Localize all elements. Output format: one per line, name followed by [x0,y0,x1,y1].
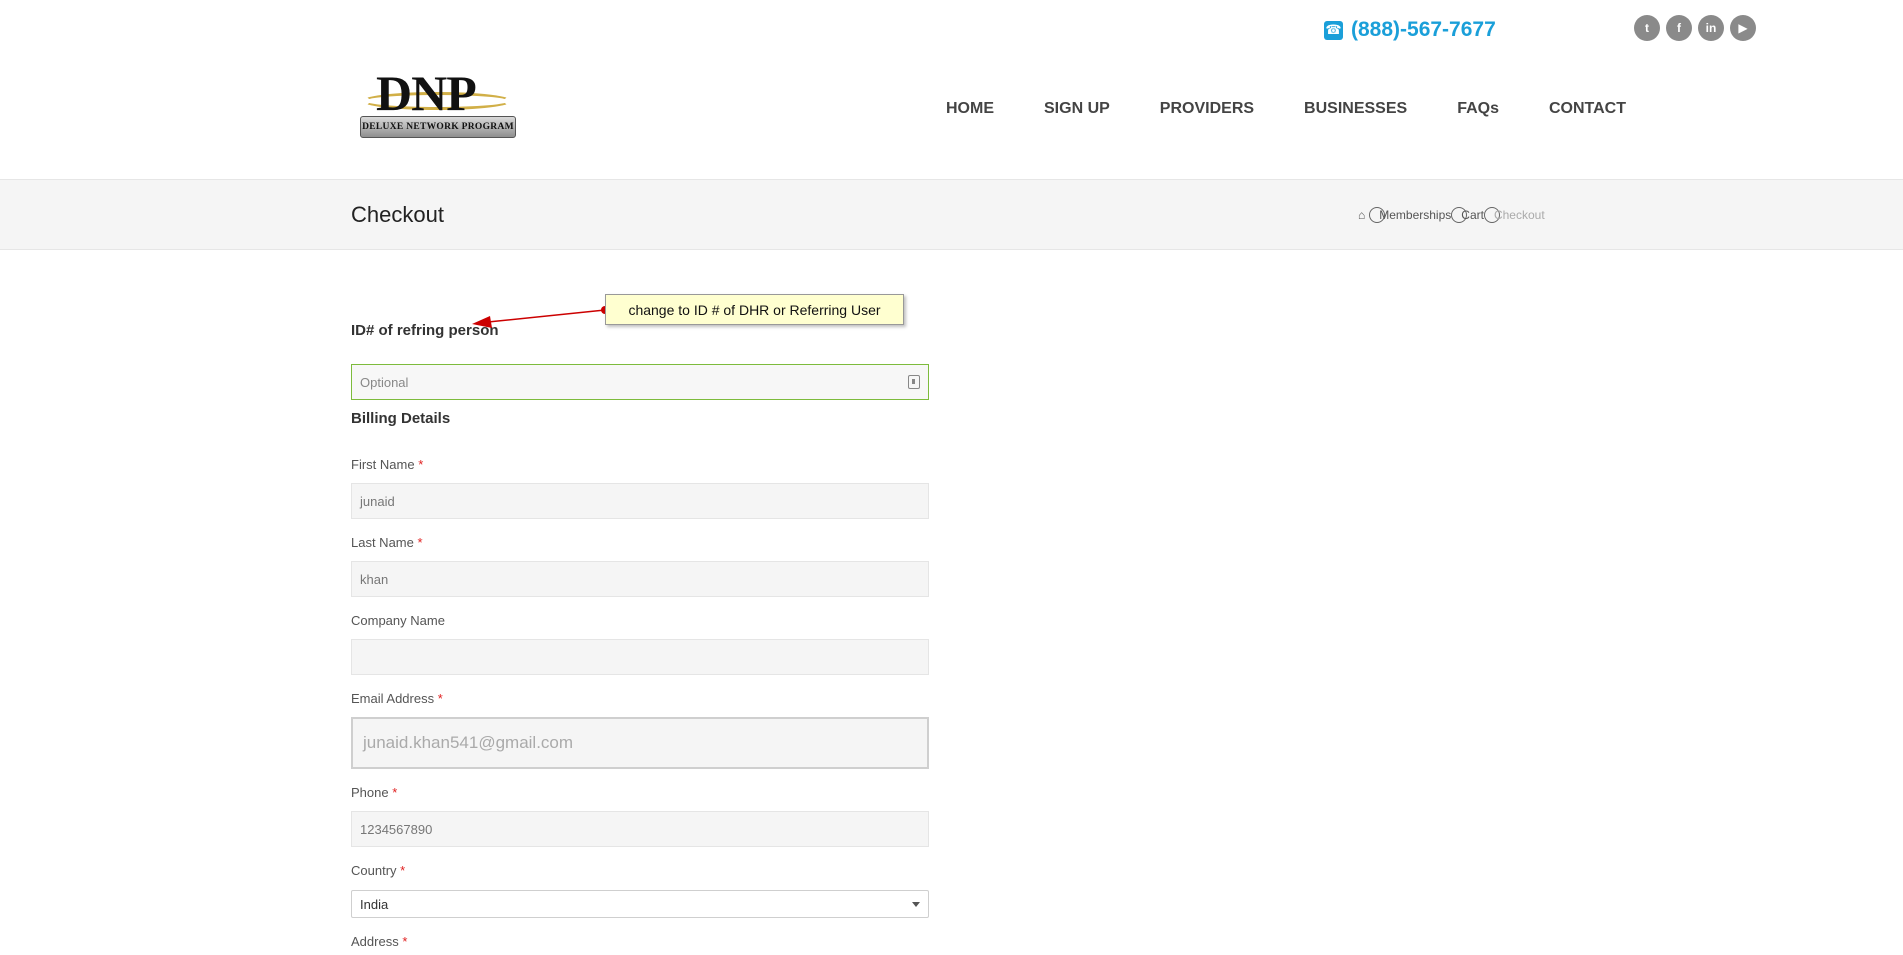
phone-value: 1234567890 [360,821,433,837]
referral-placeholder: Optional [360,374,409,390]
breadcrumb-cart[interactable]: Cart [1461,208,1484,222]
first-name-label-text: First Name [351,457,415,472]
chevron-down-icon [912,901,920,907]
country-label: Country * [351,863,405,878]
address-label-text: Address [351,934,399,949]
phone-label: Phone * [351,785,397,800]
annotation-arrow-line [487,309,606,323]
address-label: Address * [351,934,407,949]
required-mark: * [392,785,398,800]
referral-label: ID# of refring person [351,322,499,339]
email-label-text: Email Address [351,691,435,706]
country-label-text: Country [351,863,397,878]
logo-subtitle: DELUXE NETWORK PROGRAM [360,116,516,138]
main-nav: HOME SIGN UP PROVIDERS BUSINESSES FAQs C… [946,100,1626,118]
site-header: ☎ (888)-567-7677 t f in ▶ DNP DELUXE NET… [0,0,1903,180]
logo-title: DNP [376,65,477,121]
nav-faqs[interactable]: FAQs [1457,100,1499,118]
breadcrumb-checkout: Checkout [1493,208,1545,222]
required-mark: * [437,691,443,706]
country-select[interactable]: India [351,890,929,918]
phone-number: (888)-567-7677 [1351,18,1496,41]
facebook-icon[interactable]: f [1666,15,1692,41]
last-name-value: khan [360,571,389,587]
nav-businesses[interactable]: BUSINESSES [1304,100,1407,118]
youtube-icon[interactable]: ▶ [1730,15,1756,41]
phone-input[interactable]: 1234567890 [351,811,929,847]
nav-sign-up[interactable]: SIGN UP [1044,100,1110,118]
annotation-note: change to ID # of DHR or Referring User [605,294,904,325]
referral-id-input[interactable]: Optional [351,364,929,400]
phone-icon: ☎ [1324,20,1343,40]
company-name-input[interactable] [351,639,929,675]
required-mark: * [400,863,406,878]
twitter-icon[interactable]: t [1634,15,1660,41]
nav-contact[interactable]: CONTACT [1549,100,1626,118]
phone-contact[interactable]: ☎ (888)-567-7677 [1324,18,1496,42]
company-name-label-text: Company Name [351,613,445,628]
required-mark: * [402,934,408,949]
page-title-band: Checkout ⌂ Memberships Cart Checkout [0,179,1903,250]
page-title: Checkout [351,202,444,227]
social-links: t f in ▶ [1634,15,1756,41]
home-icon[interactable]: ⌂ [1358,208,1365,222]
breadcrumb: ⌂ Memberships Cart Checkout [1358,207,1547,223]
site-logo[interactable]: DNP DELUXE NETWORK PROGRAM [358,66,518,140]
email-label: Email Address * [351,691,443,706]
breadcrumb-memberships[interactable]: Memberships [1379,208,1451,222]
first-name-value: junaid [360,493,395,509]
last-name-input[interactable]: khan [351,561,929,597]
company-name-label: Company Name [351,613,445,628]
last-name-label-text: Last Name [351,535,414,550]
last-name-label: Last Name * [351,535,423,550]
linkedin-icon[interactable]: in [1698,15,1724,41]
phone-label-text: Phone [351,785,389,800]
required-mark: * [418,457,424,472]
country-value: India [360,896,389,912]
first-name-input[interactable]: junaid [351,483,929,519]
email-value: junaid.khan541@gmail.com [363,733,574,752]
nav-home[interactable]: HOME [946,100,994,118]
autofill-key-icon[interactable] [908,375,920,389]
email-input[interactable]: junaid.khan541@gmail.com [351,717,929,769]
nav-providers[interactable]: PROVIDERS [1160,100,1254,118]
first-name-label: First Name * [351,457,423,472]
required-mark: * [417,535,423,550]
billing-details-title: Billing Details [351,410,451,427]
